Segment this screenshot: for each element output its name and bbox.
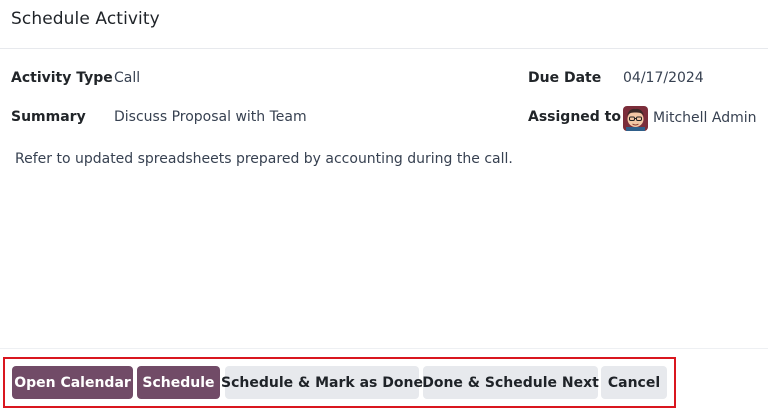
- assignee-name: Mitchell Admin: [653, 110, 757, 126]
- due-date-label: Due Date: [528, 70, 602, 86]
- schedule-button[interactable]: Schedule: [137, 366, 220, 399]
- summary-field[interactable]: Discuss Proposal with Team: [114, 109, 307, 125]
- done-schedule-next-button[interactable]: Done & Schedule Next: [422, 366, 599, 399]
- dialog-title: Schedule Activity: [11, 9, 160, 29]
- activity-type-label: Activity Type: [11, 70, 113, 86]
- cancel-button[interactable]: Cancel: [601, 366, 667, 399]
- due-date-field[interactable]: 04/17/2024: [623, 70, 704, 86]
- user-avatar-icon: [623, 105, 648, 131]
- activity-note[interactable]: Refer to updated spreadsheets prepared b…: [15, 151, 513, 167]
- dialog-header: Schedule Activity: [0, 0, 768, 49]
- assigned-to-label: Assigned to: [528, 109, 621, 125]
- open-calendar-button[interactable]: Open Calendar: [12, 366, 133, 399]
- summary-label: Summary: [11, 109, 86, 125]
- schedule-activity-dialog: Schedule Activity Activity Type Call Sum…: [0, 0, 768, 412]
- activity-type-field[interactable]: Call: [114, 70, 140, 86]
- schedule-mark-done-button[interactable]: Schedule & Mark as Done: [221, 366, 423, 399]
- assigned-to-field[interactable]: Mitchell Admin: [623, 105, 757, 131]
